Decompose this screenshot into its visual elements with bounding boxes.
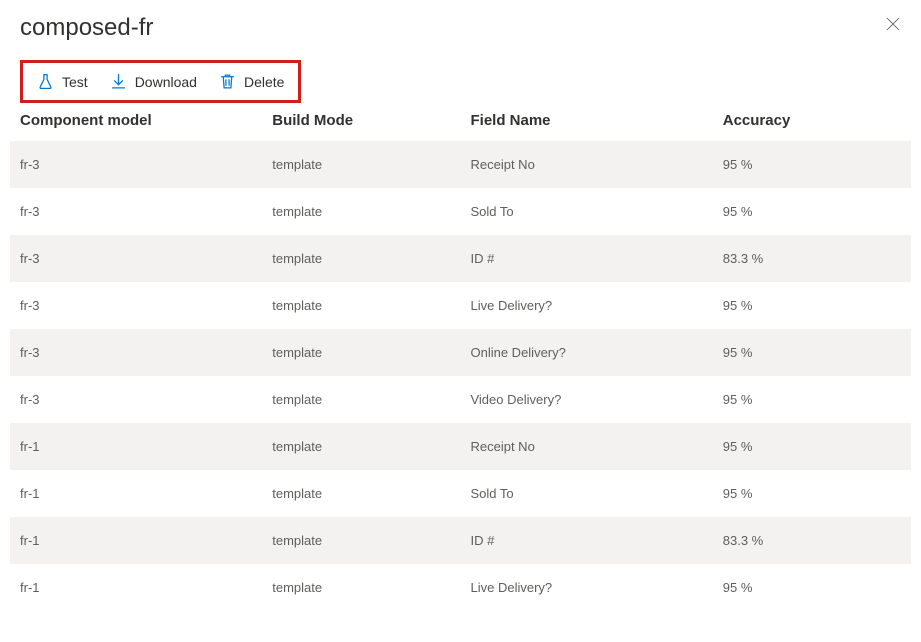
cell-field-name: Live Delivery? — [460, 564, 712, 611]
col-field-name[interactable]: Field Name — [460, 100, 712, 141]
cell-component-model: fr-1 — [10, 564, 262, 611]
cell-accuracy: 95 % — [713, 282, 911, 329]
cell-accuracy: 95 % — [713, 564, 911, 611]
table-header-row: Component model Build Mode Field Name Ac… — [10, 100, 911, 141]
cell-accuracy: 95 % — [713, 423, 911, 470]
cell-field-name: Online Delivery? — [460, 329, 712, 376]
table-row[interactable]: fr-1templateLive Delivery?95 % — [10, 564, 911, 611]
cell-component-model: fr-3 — [10, 188, 262, 235]
cell-field-name: ID # — [460, 517, 712, 564]
cell-component-model: fr-3 — [10, 376, 262, 423]
cell-component-model: fr-3 — [10, 329, 262, 376]
cell-component-model: fr-3 — [10, 282, 262, 329]
cell-accuracy: 95 % — [713, 141, 911, 188]
table-row[interactable]: fr-3templateVideo Delivery?95 % — [10, 376, 911, 423]
download-button[interactable]: Download — [110, 73, 197, 90]
cell-build-mode: template — [262, 376, 460, 423]
cell-build-mode: template — [262, 423, 460, 470]
test-button[interactable]: Test — [37, 73, 88, 90]
flask-icon — [37, 73, 54, 90]
cell-build-mode: template — [262, 282, 460, 329]
table-scroll-viewport[interactable]: Component model Build Mode Field Name Ac… — [10, 100, 911, 632]
table-row[interactable]: fr-1templateSold To95 % — [10, 470, 911, 517]
cell-build-mode: template — [262, 141, 460, 188]
table-row[interactable]: fr-3templateID #83.3 % — [10, 235, 911, 282]
col-component-model[interactable]: Component model — [10, 100, 262, 141]
cell-field-name: ID # — [460, 235, 712, 282]
cell-component-model: fr-3 — [10, 141, 262, 188]
table-row[interactable]: fr-3templateOnline Delivery?95 % — [10, 329, 911, 376]
delete-label: Delete — [244, 74, 284, 90]
close-button[interactable] — [881, 14, 905, 38]
cell-field-name: Video Delivery? — [460, 376, 712, 423]
download-label: Download — [135, 74, 197, 90]
cell-build-mode: template — [262, 188, 460, 235]
cell-component-model: fr-1 — [10, 470, 262, 517]
cell-accuracy: 95 % — [713, 470, 911, 517]
col-accuracy[interactable]: Accuracy — [713, 100, 911, 141]
table-row[interactable]: fr-3templateLive Delivery?95 % — [10, 282, 911, 329]
cell-accuracy: 95 % — [713, 188, 911, 235]
cell-component-model: fr-3 — [10, 235, 262, 282]
cell-build-mode: template — [262, 329, 460, 376]
cell-build-mode: template — [262, 564, 460, 611]
close-icon — [886, 17, 900, 36]
download-icon — [110, 73, 127, 90]
test-label: Test — [62, 74, 88, 90]
cell-component-model: fr-1 — [10, 423, 262, 470]
cell-build-mode: template — [262, 470, 460, 517]
table-row[interactable]: fr-1templateID #83.3 % — [10, 517, 911, 564]
cell-build-mode: template — [262, 235, 460, 282]
col-build-mode[interactable]: Build Mode — [262, 100, 460, 141]
table-row[interactable]: fr-3templateReceipt No95 % — [10, 141, 911, 188]
cell-component-model: fr-1 — [10, 517, 262, 564]
table-row[interactable]: fr-3templateSold To95 % — [10, 188, 911, 235]
cell-build-mode: template — [262, 517, 460, 564]
cell-accuracy: 95 % — [713, 329, 911, 376]
table-row[interactable]: fr-1templateReceipt No95 % — [10, 423, 911, 470]
delete-button[interactable]: Delete — [219, 73, 284, 90]
cell-field-name: Sold To — [460, 188, 712, 235]
cell-field-name: Receipt No — [460, 423, 712, 470]
cell-accuracy: 95 % — [713, 376, 911, 423]
cell-field-name: Live Delivery? — [460, 282, 712, 329]
toolbar: Test Download Delete — [20, 60, 301, 103]
cell-accuracy: 83.3 % — [713, 517, 911, 564]
cell-field-name: Receipt No — [460, 141, 712, 188]
trash-icon — [219, 73, 236, 90]
cell-field-name: Sold To — [460, 470, 712, 517]
component-table: Component model Build Mode Field Name Ac… — [10, 100, 911, 611]
cell-accuracy: 83.3 % — [713, 235, 911, 282]
page-title: composed-fr — [20, 14, 153, 42]
